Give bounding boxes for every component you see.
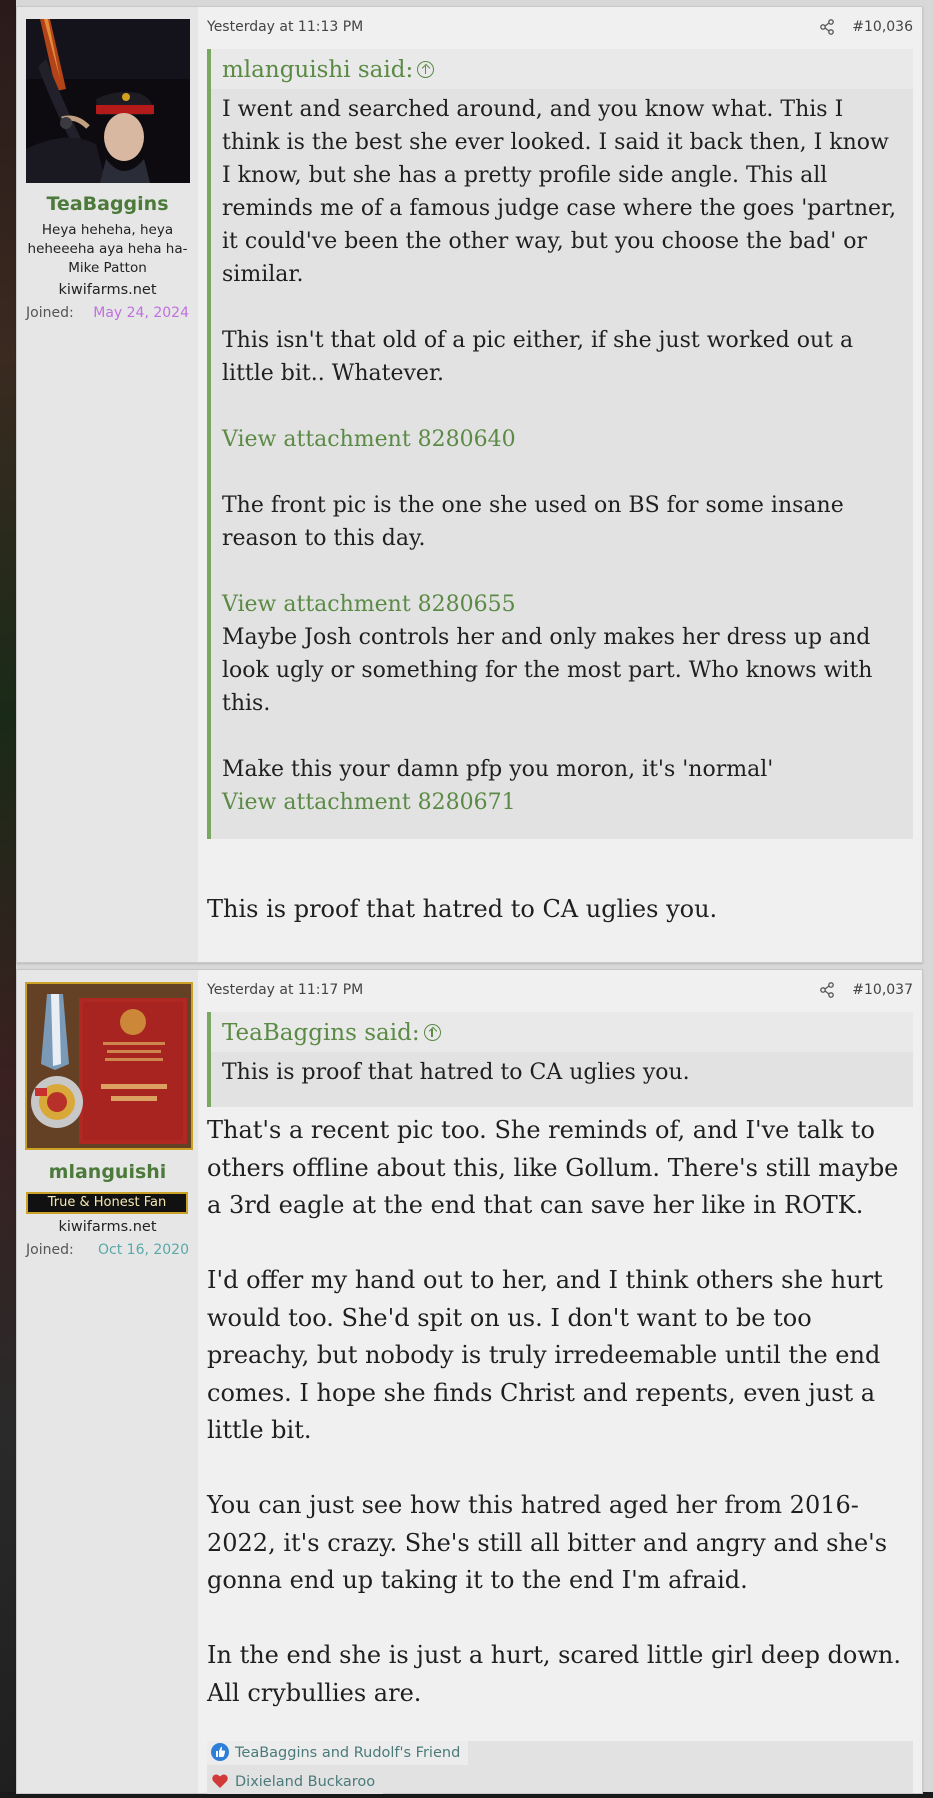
username[interactable]: mlanguishi	[17, 1161, 198, 1183]
post-body: This is proof that hatred to CA uglies y…	[207, 891, 913, 966]
quote-body: This is proof that hatred to CA uglies y…	[211, 1052, 913, 1089]
body-paragraph: That's a recent pic too. She reminds of,…	[207, 1116, 899, 1219]
user-info-column: mlanguishi True & Honest Fan kiwifarms.n…	[17, 970, 198, 1793]
quote-author[interactable]: TeaBaggins said:	[222, 1020, 420, 1046]
quote-paragraph: I went and searched around, and you know…	[222, 97, 897, 287]
body-paragraph: You can just see how this hatred aged he…	[207, 1491, 888, 1594]
post-body: That's a recent pic too. She reminds of,…	[207, 1112, 913, 1750]
post-number[interactable]: #10,037	[852, 982, 913, 998]
body-paragraph: In the end she is just a hurt, scared li…	[207, 1641, 901, 1707]
attachment-link[interactable]: View attachment 8280640	[222, 423, 902, 456]
avatar[interactable]	[25, 982, 193, 1150]
message-content: Yesterday at 11:13 PM #10,036 mlanguishi…	[207, 7, 913, 962]
quote-header[interactable]: TeaBaggins said:	[211, 1012, 913, 1052]
quote-block: mlanguishi said: I went and searched aro…	[207, 49, 913, 839]
attachment-link[interactable]: View attachment 8280671	[222, 786, 902, 819]
reactions-bar: TeaBaggins and Rudolf's Friend Dixieland…	[207, 1741, 913, 1794]
post: mlanguishi True & Honest Fan kiwifarms.n…	[16, 969, 923, 1794]
share-icon[interactable]	[819, 982, 835, 998]
post: TeaBaggins Heya heheha, heya heheeeha ay…	[16, 6, 923, 963]
body-paragraph: I'd offer my hand out to her, and I thin…	[207, 1266, 883, 1444]
body-paragraph: This is proof that hatred to CA uglies y…	[207, 895, 718, 923]
avatar-image	[26, 19, 190, 183]
user-title: Heya heheha, heya heheeeha aya heha ha- …	[27, 222, 188, 276]
quote-paragraph: This is proof that hatred to CA uglies y…	[222, 1060, 690, 1085]
avatar[interactable]	[26, 19, 190, 183]
joined-date: Oct 16, 2020	[98, 1242, 189, 1258]
joined-date: May 24, 2024	[93, 305, 189, 321]
jump-to-quote-icon[interactable]	[417, 60, 435, 78]
reaction-summary[interactable]: Dixieland Buckaroo	[207, 1770, 384, 1794]
background-left-edge	[0, 0, 16, 1792]
heart-icon	[211, 1772, 229, 1790]
joined-label: Joined:	[26, 305, 74, 321]
quote-author[interactable]: mlanguishi said:	[222, 57, 413, 83]
user-badge: True & Honest Fan	[26, 1192, 188, 1214]
share-icon[interactable]	[819, 19, 835, 35]
quote-paragraph: The front pic is the one she used on BS …	[222, 493, 844, 551]
avatar-image	[27, 984, 191, 1148]
thread-page: TeaBaggins Heya heheha, heya heheeeha ay…	[16, 0, 923, 1794]
reaction-users[interactable]: Dixieland Buckaroo	[235, 1774, 375, 1790]
quote-body: I went and searched around, and you know…	[211, 89, 913, 819]
quote-paragraph: Make this your damn pfp you moron, it's …	[222, 757, 774, 782]
user-info-column: TeaBaggins Heya heheha, heya heheeeha ay…	[17, 7, 198, 962]
thumbs-up-icon	[211, 1743, 229, 1761]
quote-header[interactable]: mlanguishi said:	[211, 49, 913, 89]
post-date[interactable]: Yesterday at 11:13 PM	[207, 19, 363, 35]
post-number[interactable]: #10,036	[852, 19, 913, 35]
user-site: kiwifarms.net	[58, 282, 157, 298]
joined-label: Joined:	[26, 1242, 74, 1258]
quote-paragraph: This isn't that old of a pic either, if …	[222, 328, 854, 386]
attachment-link[interactable]: View attachment 8280655	[222, 588, 902, 621]
jump-to-quote-icon[interactable]	[423, 1023, 441, 1041]
reaction-summary[interactable]: TeaBaggins and Rudolf's Friend	[207, 1741, 469, 1765]
quote-paragraph: Maybe Josh controls her and only makes h…	[222, 625, 873, 716]
user-site: kiwifarms.net	[58, 1219, 157, 1235]
message-content: Yesterday at 11:17 PM #10,037 TeaBaggins…	[207, 970, 913, 1794]
reaction-users[interactable]: TeaBaggins and Rudolf's Friend	[235, 1745, 460, 1761]
quote-block: TeaBaggins said: This is proof that hatr…	[207, 1012, 913, 1107]
username[interactable]: TeaBaggins	[17, 193, 198, 215]
post-date[interactable]: Yesterday at 11:17 PM	[207, 982, 363, 998]
